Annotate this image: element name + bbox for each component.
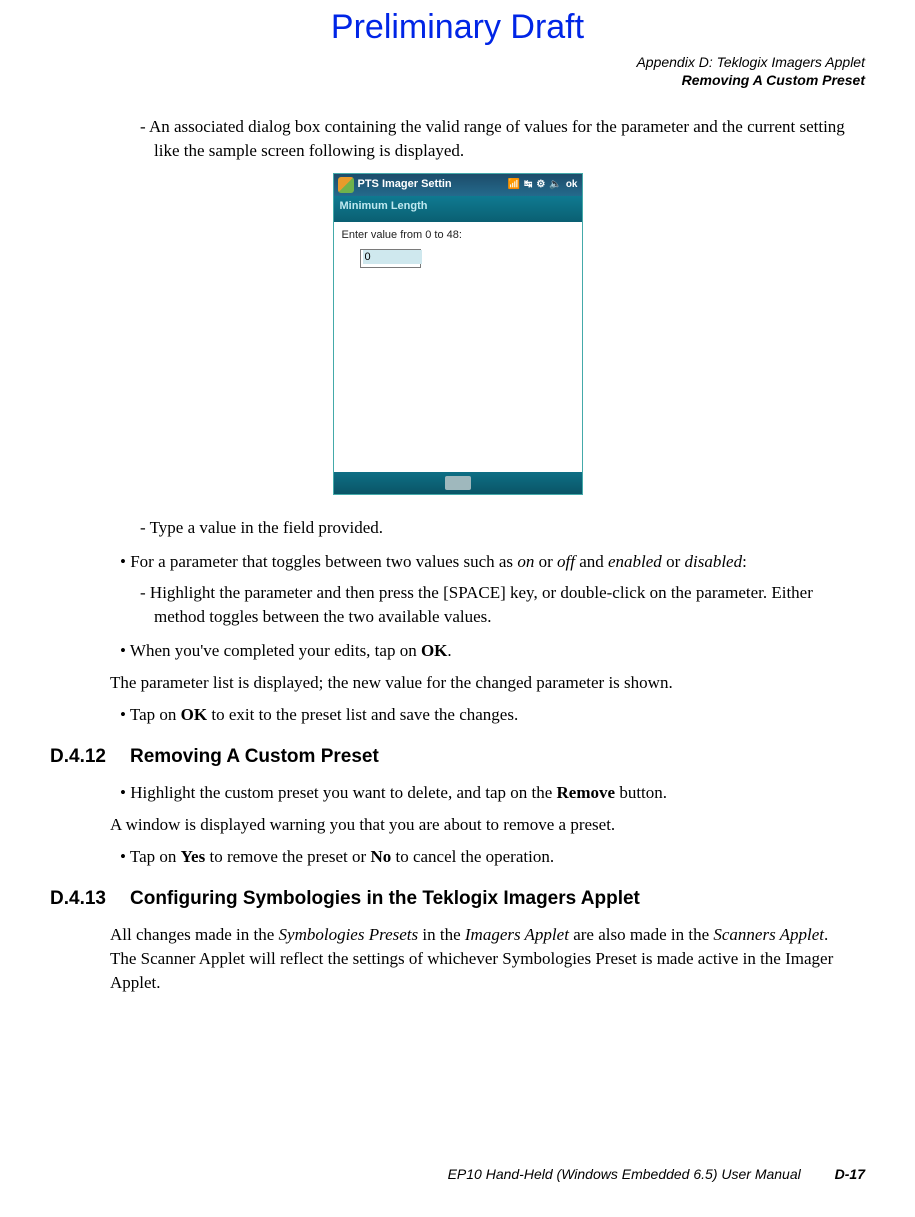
instruction-dash-1: An associated dialog box containing the … xyxy=(140,115,855,163)
prompt-label: Enter value from 0 to 48: xyxy=(342,228,574,243)
header-appendix: Appendix D: Teklogix Imagers Applet xyxy=(50,53,865,71)
heading-title: Removing A Custom Preset xyxy=(130,746,379,767)
heading-title-2: Configuring Symbologies in the Teklogix … xyxy=(130,888,640,909)
page-footer: EP10 Hand-Held (Windows Embedded 6.5) Us… xyxy=(448,1166,865,1182)
keyboard-icon[interactable] xyxy=(445,476,471,490)
dialog-subtitle: Minimum Length xyxy=(334,196,582,222)
instruction-dash-2: Type a value in the field provided. xyxy=(140,516,855,540)
s12-bullet-remove: Highlight the custom preset you want to … xyxy=(120,781,855,805)
connectivity-icon: ↹ xyxy=(524,178,532,192)
heading-num-2: D.4.13 xyxy=(50,886,130,913)
heading-d412: D.4.12Removing A Custom Preset xyxy=(50,744,865,771)
dialog-body: Enter value from 0 to 48: xyxy=(334,222,582,484)
preliminary-draft-title: Preliminary Draft xyxy=(50,8,865,47)
footer-page-number: D-17 xyxy=(835,1166,865,1182)
heading-d413: D.4.13Configuring Symbologies in the Tek… xyxy=(50,886,865,913)
window-title: PTS Imager Settin xyxy=(358,177,508,192)
bottom-bar xyxy=(334,472,582,494)
page-header: Appendix D: Teklogix Imagers Applet Remo… xyxy=(50,53,865,89)
s12-bullet-yesno: Tap on Yes to remove the preset or No to… xyxy=(120,845,855,869)
value-input-wrap xyxy=(360,249,421,268)
signal-icon: 📶 xyxy=(508,178,520,192)
paragraph-paramlist: The parameter list is displayed; the new… xyxy=(110,671,855,695)
heading-num: D.4.12 xyxy=(50,744,130,771)
settings-icon: ⚙ xyxy=(536,178,545,192)
embedded-screenshot: PTS Imager Settin 📶 ↹ ⚙ 🔈 ok Minimum Len… xyxy=(50,173,865,502)
start-icon xyxy=(338,177,354,193)
instruction-bullet-exit: Tap on OK to exit to the preset list and… xyxy=(120,703,855,727)
dialog-window: PTS Imager Settin 📶 ↹ ⚙ 🔈 ok Minimum Len… xyxy=(333,173,583,495)
title-bar: PTS Imager Settin 📶 ↹ ⚙ 🔈 ok xyxy=(334,174,582,196)
instruction-bullet-ok: When you've completed your edits, tap on… xyxy=(120,639,855,663)
instruction-dash-3: Highlight the parameter and then press t… xyxy=(140,581,855,629)
volume-icon: 🔈 xyxy=(549,178,561,192)
footer-manual: EP10 Hand-Held (Windows Embedded 6.5) Us… xyxy=(448,1166,801,1182)
s12-para-warning: A window is displayed warning you that y… xyxy=(110,813,855,837)
header-section: Removing A Custom Preset xyxy=(50,71,865,89)
title-bar-icons: 📶 ↹ ⚙ 🔈 ok xyxy=(508,178,578,192)
ok-button[interactable]: ok xyxy=(566,178,578,192)
value-input[interactable] xyxy=(363,250,422,264)
s13-para: All changes made in the Symbologies Pres… xyxy=(110,923,855,994)
instruction-bullet-toggle: For a parameter that toggles between two… xyxy=(120,550,855,574)
